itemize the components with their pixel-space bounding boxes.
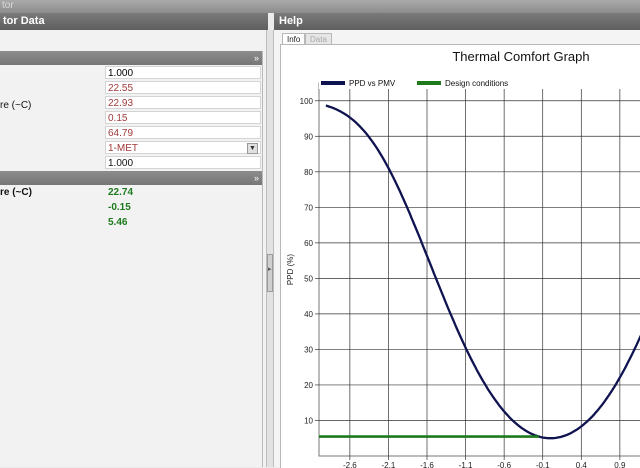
help-panel-title: Help — [279, 15, 303, 27]
data-panel-title: tor Data — [3, 15, 45, 27]
help-panel: Info Data -2.6 -2.1 -1.6 -1.1 -0.6 -0.1 0.4 0.9… — [274, 30, 640, 468]
data-panel-frame — [0, 51, 263, 467]
window-title: tor — [2, 0, 14, 11]
legend-label-ppd: PPD vs PMV — [349, 79, 396, 88]
y-tick-label: 20 — [304, 381, 313, 390]
y-tick-label: 30 — [304, 345, 313, 354]
chart-container: -2.6-2.1-1.6-1.1-0.6-0.10.40.91102030405… — [280, 44, 640, 468]
data-panel: » 1.000 22.55 22.93 0.15 64.79 1-MET ▼ 1.… — [0, 30, 266, 467]
thermal-comfort-chart: -2.6-2.1-1.6-1.1-0.6-0.10.40.91102030405… — [286, 49, 640, 468]
y-tick-label: 10 — [304, 416, 313, 425]
panel-splitter[interactable]: ▸ — [266, 30, 274, 467]
help-panel-header: Help — [274, 13, 640, 30]
y-tick-label: 100 — [300, 97, 314, 106]
y-tick-label: 70 — [304, 203, 313, 212]
plot-area — [318, 82, 640, 457]
y-tick-label: 80 — [304, 168, 313, 177]
chart-title: Thermal Comfort Graph — [452, 49, 589, 64]
y-tick-label: 40 — [304, 310, 313, 319]
legend-label-design: Design conditions — [445, 79, 508, 88]
window-title-bar: tor — [0, 0, 640, 13]
expand-arrow-icon[interactable]: ▸ — [268, 265, 272, 273]
y-tick-label: 60 — [304, 239, 313, 248]
y-tick-label: 50 — [304, 274, 313, 283]
y-axis-label: PPD (%) — [286, 254, 295, 285]
data-panel-header: tor Data — [0, 13, 268, 30]
splitter-grip[interactable]: ▸ — [267, 254, 273, 292]
y-tick-label: 90 — [304, 132, 313, 141]
